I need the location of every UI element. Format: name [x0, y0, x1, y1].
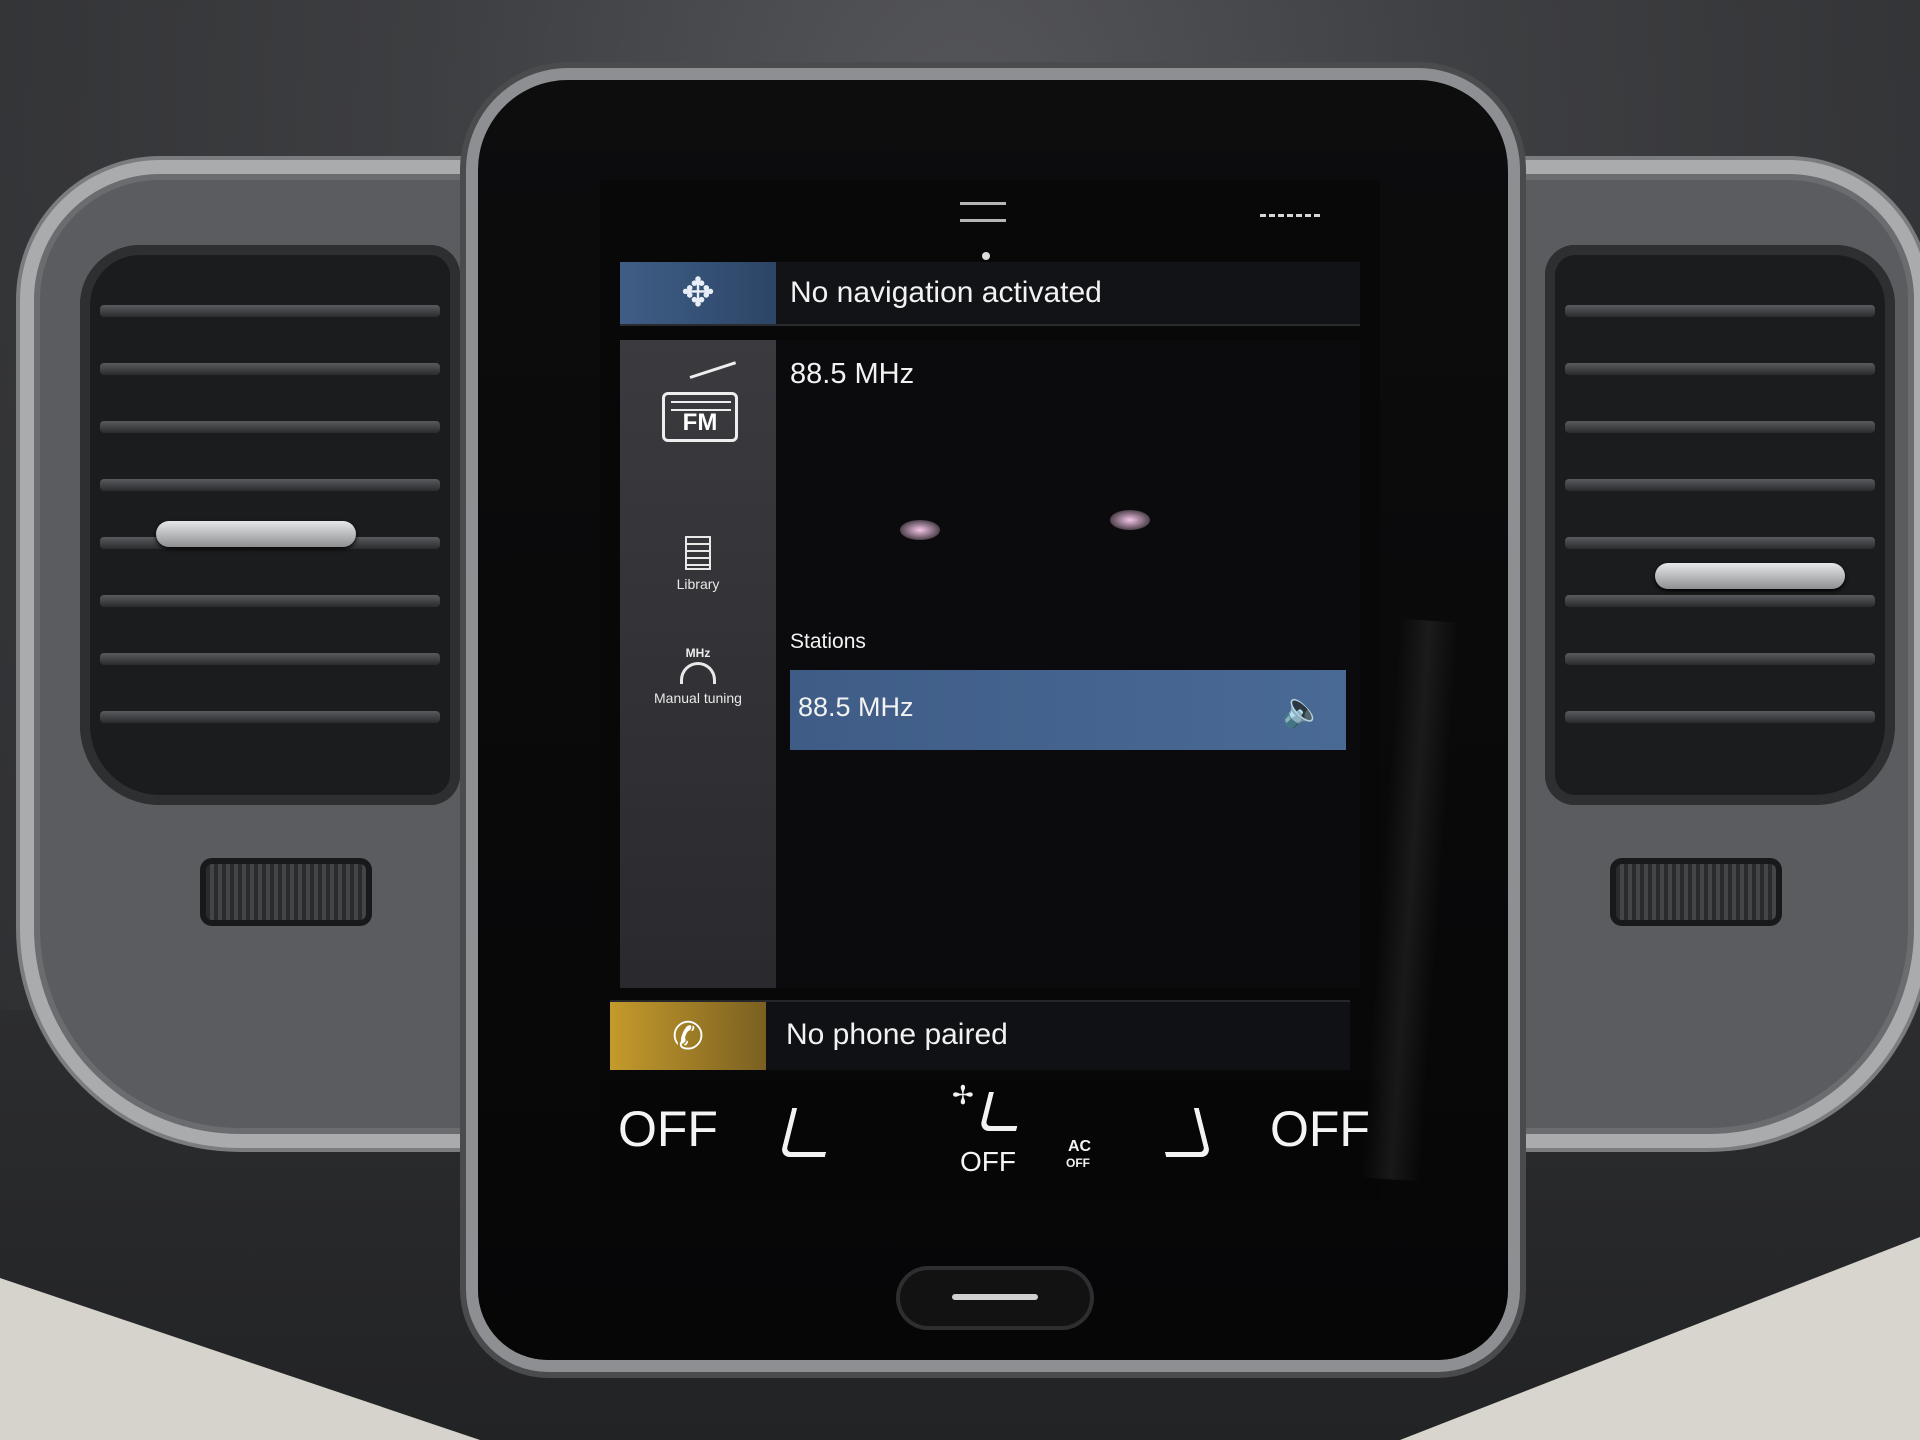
tuning-dial-icon: [680, 662, 716, 684]
current-frequency: 88.5 MHz: [790, 358, 915, 390]
fm-radio-icon[interactable]: FM: [662, 392, 738, 442]
right-vent-control-wheel[interactable]: [1610, 858, 1782, 926]
vent-slat: [1565, 653, 1875, 665]
station-label: 88.5 MHz: [798, 692, 914, 722]
screen-reflection: [1110, 510, 1150, 530]
fm-source-label: FM: [682, 409, 718, 436]
screen-reflection: [900, 520, 940, 540]
top-view-pull-handle[interactable]: [960, 202, 1006, 222]
ac-state-text: OFF: [1066, 1156, 1090, 1170]
phone-icon: ✆: [610, 1002, 766, 1070]
vent-slat: [100, 595, 440, 607]
vent-slat: [100, 363, 440, 375]
tuning-icon-text: MHz: [685, 646, 711, 660]
vent-slat: [1565, 363, 1875, 375]
navigation-tile[interactable]: ✥ No navigation activated: [620, 262, 1360, 326]
home-button[interactable]: [900, 1270, 1090, 1326]
vent-direction-knob[interactable]: [1655, 563, 1845, 589]
vent-slat: [100, 653, 440, 665]
left-vent-control-wheel[interactable]: [200, 858, 372, 926]
speaker-icon: 🔈: [1281, 691, 1325, 729]
vent-slat: [100, 479, 440, 491]
phone-status-text: No phone paired: [786, 1018, 1008, 1051]
vent-slat: [1565, 595, 1875, 607]
left-seat-heat-icon[interactable]: [779, 1108, 838, 1157]
status-bar[interactable]: [600, 180, 1380, 260]
station-list-item[interactable]: 88.5 MHz 🔈: [790, 670, 1346, 750]
fan-icon: ✢: [952, 1080, 974, 1110]
vent-slat: [100, 305, 440, 317]
right-air-vent[interactable]: [1545, 245, 1895, 805]
radio-antenna-icon: [689, 361, 737, 379]
sidebar-item-label: Manual tuning: [654, 690, 742, 706]
vent-slat: [1565, 421, 1875, 433]
compass-icon: ✥: [620, 262, 776, 324]
vent-slat: [1565, 479, 1875, 491]
ac-button-label[interactable]: AC: [1068, 1138, 1091, 1156]
vent-slat: [1565, 305, 1875, 317]
left-air-vent[interactable]: [80, 245, 460, 805]
vent-slat: [1565, 537, 1875, 549]
vent-slat: [100, 711, 440, 723]
connectivity-status-icon: [1260, 214, 1320, 229]
media-sidebar: FM Library MHz Manual tuning: [620, 340, 776, 988]
climate-bar: OFF ✢ OFF AC OFF OFF: [600, 1080, 1380, 1200]
right-seat-heat-icon[interactable]: [1153, 1108, 1212, 1157]
fan-level-text[interactable]: OFF: [960, 1146, 1016, 1178]
library-icon: [685, 536, 711, 570]
right-temperature-button[interactable]: OFF: [1270, 1100, 1370, 1158]
stations-header: Stations: [790, 630, 866, 653]
climate-seat-icon[interactable]: [979, 1092, 1026, 1131]
vent-slat: [100, 421, 440, 433]
vent-slat: [1565, 711, 1875, 723]
car-dashboard-scene: ✥ No navigation activated FM Library MHz…: [0, 0, 1920, 1440]
sidebar-item-library[interactable]: Library: [620, 536, 776, 592]
infotainment-screen: ✥ No navigation activated FM Library MHz…: [600, 180, 1380, 1200]
sidebar-item-label: Library: [676, 576, 720, 592]
media-tile[interactable]: FM Library MHz Manual tuning 88.5 MHz St…: [620, 340, 1360, 988]
navigation-status-text: No navigation activated: [790, 276, 1102, 309]
phone-tile[interactable]: ✆ No phone paired: [610, 1000, 1350, 1070]
left-temperature-button[interactable]: OFF: [618, 1100, 718, 1158]
sidebar-item-manual-tuning[interactable]: MHz Manual tuning: [620, 646, 776, 706]
vent-direction-knob[interactable]: [156, 521, 356, 547]
page-indicator-dot: [982, 252, 990, 260]
